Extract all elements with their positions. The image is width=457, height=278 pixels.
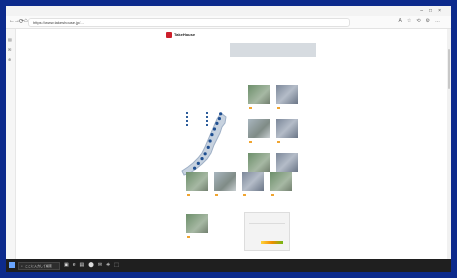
site-logo[interactable]: TakeHouse (166, 32, 200, 39)
project-badge (277, 107, 280, 110)
minimize-icon[interactable]: – (420, 8, 429, 14)
toolbar-icons[interactable]: A☆⟲⚙… (398, 18, 445, 24)
project-photo[interactable] (248, 119, 270, 138)
project-title[interactable] (248, 140, 252, 144)
add-icon[interactable]: ⊕ (8, 57, 13, 62)
project-photo[interactable] (248, 153, 270, 172)
url-input[interactable]: https://www.takeshouse.jp/... (28, 18, 350, 27)
window-controls[interactable]: –□× (420, 8, 447, 14)
map-marker[interactable] (193, 166, 197, 170)
close-icon[interactable]: × (438, 8, 447, 14)
project-title[interactable] (214, 193, 218, 197)
search-placeholder: ここに入力して検索 (25, 264, 52, 268)
app-icon[interactable]: ✉ (98, 262, 106, 268)
project-badge (187, 194, 190, 197)
section-description (172, 69, 352, 77)
project-photo[interactable] (186, 172, 208, 191)
app-icon[interactable]: ⬤ (88, 262, 98, 268)
more-icon[interactable]: … (435, 18, 445, 24)
start-button[interactable] (9, 262, 15, 268)
mail-icon[interactable]: ✉ (8, 47, 13, 52)
project-photo[interactable] (276, 119, 298, 138)
map-marker[interactable] (200, 157, 204, 161)
address-bar: ← → ⟳ ⌂ https://www.takeshouse.jp/... A☆… (6, 16, 451, 29)
tabs-icon[interactable]: ▤ (8, 37, 13, 42)
project-badge (187, 236, 190, 239)
project-photo[interactable] (214, 172, 236, 191)
project-photo[interactable] (186, 214, 208, 233)
map-marker[interactable] (210, 133, 214, 137)
favorite-icon[interactable]: ☆ (407, 18, 416, 24)
japan-silhouette (181, 112, 227, 176)
site-header: TakeHouse (166, 31, 366, 41)
browser-window: –□× ← → ⟳ ⌂ https://www.takeshouse.jp/..… (6, 6, 451, 272)
project-badge (249, 141, 252, 144)
map-marker[interactable] (219, 112, 223, 116)
project-photo[interactable] (248, 85, 270, 104)
map-marker[interactable] (196, 161, 200, 165)
hero-image (230, 43, 316, 57)
project-badge (243, 194, 246, 197)
history-icon[interactable]: ⟲ (416, 18, 425, 24)
page-scrollbar[interactable] (447, 29, 451, 259)
project-title[interactable] (186, 235, 190, 239)
scrollbar-thumb[interactable] (448, 49, 450, 89)
app-icon[interactable]: ⬚ (114, 262, 123, 268)
logo-text: TakeHouse (174, 32, 196, 37)
taskbar-apps[interactable]: ▣e▤⬤✉⎈⬚ (64, 262, 123, 268)
project-title[interactable] (276, 140, 280, 144)
map-marker[interactable] (215, 121, 219, 125)
divider (249, 223, 285, 224)
taskbar-search[interactable]: ⌕ ここに入力して検索 (18, 262, 60, 270)
project-title[interactable] (242, 193, 246, 197)
logo-mark (166, 32, 172, 38)
search-icon: ⌕ (21, 264, 23, 268)
page-content: TakeHouse (16, 29, 451, 259)
color-scale-bar (261, 241, 283, 244)
url-text: https://www.takeshouse.jp/... (33, 20, 84, 25)
project-badge (271, 194, 274, 197)
map-marker[interactable] (206, 145, 210, 149)
project-title[interactable] (186, 193, 190, 197)
info-panel (244, 212, 290, 251)
window-titlebar: –□× (6, 6, 451, 16)
settings-icon[interactable]: ⚙ (426, 18, 435, 24)
global-nav (218, 33, 246, 37)
project-badge (215, 194, 218, 197)
project-photo[interactable] (276, 153, 298, 172)
app-icon[interactable]: ▤ (80, 262, 89, 268)
project-title[interactable] (276, 106, 280, 110)
project-badge (249, 107, 252, 110)
project-photo[interactable] (276, 85, 298, 104)
project-title[interactable] (248, 106, 252, 110)
map-marker[interactable] (208, 139, 212, 143)
reader-icon[interactable]: A (398, 18, 406, 24)
project-badge (277, 141, 280, 144)
map-marker[interactable] (203, 152, 207, 156)
app-icon[interactable]: ⎈ (106, 262, 114, 268)
map-marker[interactable] (212, 127, 217, 131)
project-photo[interactable] (242, 172, 264, 191)
project-title[interactable] (270, 193, 274, 197)
project-photo[interactable] (270, 172, 292, 191)
map-marker[interactable] (217, 117, 221, 121)
app-icon[interactable]: e (73, 262, 80, 268)
browser-sidebar: ▤ ✉ ⊕ (6, 29, 16, 259)
app-icon[interactable]: ▣ (64, 262, 73, 268)
maximize-icon[interactable]: □ (429, 8, 438, 14)
windows-taskbar: ⌕ ここに入力して検索 ▣e▤⬤✉⎈⬚ (6, 259, 451, 272)
